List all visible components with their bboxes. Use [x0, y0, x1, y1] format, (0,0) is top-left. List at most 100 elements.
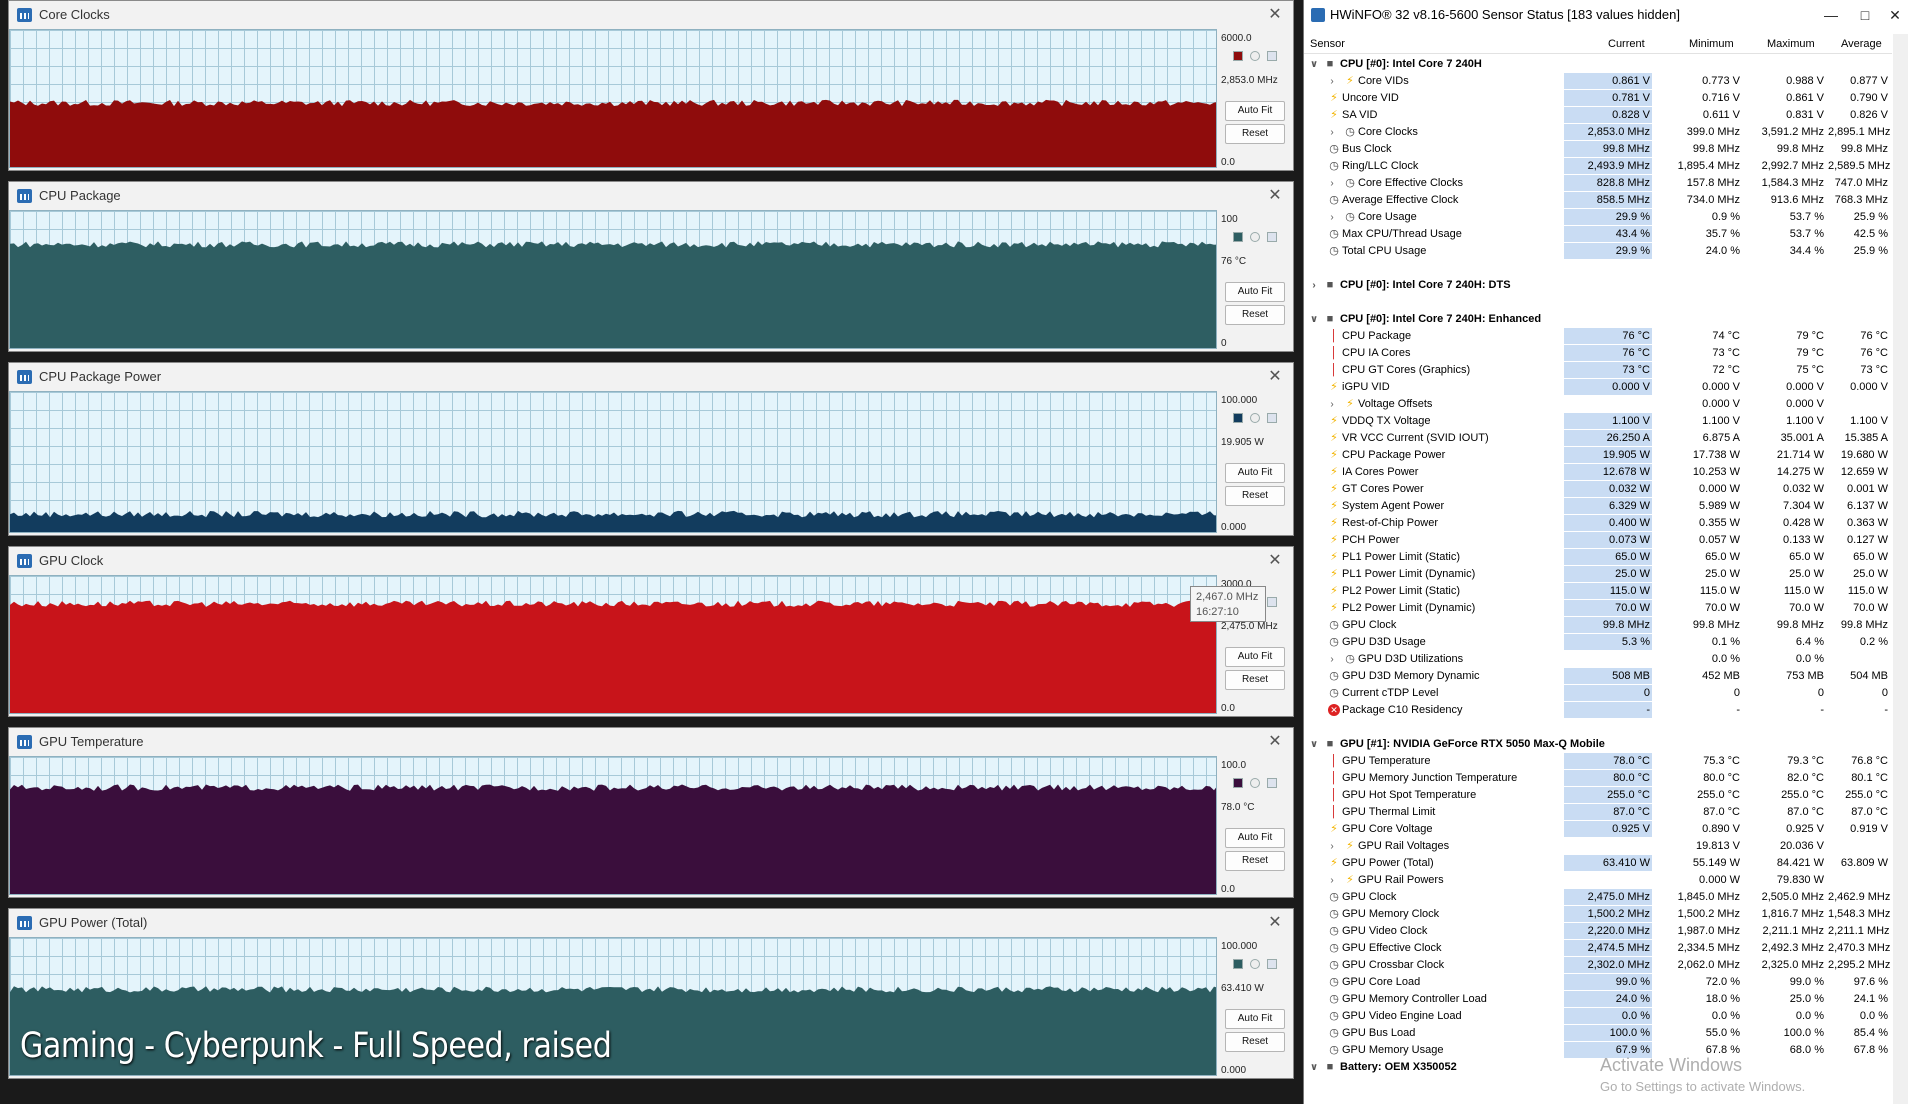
sensor-row[interactable]: ⚡ SA VID 0.828 V 0.611 V 0.831 V 0.826 V: [1304, 107, 1892, 124]
chevron-right-icon[interactable]: ›: [1326, 651, 1338, 668]
color-swatch[interactable]: [1233, 959, 1243, 970]
sensor-row[interactable]: ◷ Average Effective Clock 858.5 MHz 734.…: [1304, 192, 1892, 209]
color-radio[interactable]: [1250, 51, 1260, 62]
color-swatch[interactable]: [1233, 778, 1243, 789]
col-current[interactable]: Current: [1608, 38, 1645, 50]
chevron-right-icon[interactable]: ›: [1326, 73, 1338, 90]
reset-button[interactable]: Reset: [1225, 851, 1285, 871]
sensor-row[interactable]: ◷ GPU Memory Clock 1,500.2 MHz 1,500.2 M…: [1304, 906, 1892, 923]
color-option[interactable]: [1267, 232, 1277, 243]
sensor-row[interactable]: ⚡ Uncore VID 0.781 V 0.716 V 0.861 V 0.7…: [1304, 90, 1892, 107]
col-maximum[interactable]: Maximum: [1767, 38, 1815, 50]
graph-window-3[interactable]: GPU Clock ✕ 3000.0 2,475.0 MHz Auto Fit …: [8, 546, 1294, 717]
sensor-group[interactable]: ∨ ■ CPU [#0]: Intel Core 7 240H: [1304, 56, 1892, 73]
sensor-row[interactable]: │ GPU Memory Junction Temperature 80.0 °…: [1304, 770, 1892, 787]
sensor-row[interactable]: │ GPU Thermal Limit 87.0 °C 87.0 °C 87.0…: [1304, 804, 1892, 821]
sensor-row[interactable]: ◷ Current cTDP Level 0 0 0 0: [1304, 685, 1892, 702]
col-average[interactable]: Average: [1841, 38, 1882, 50]
chevron-down-icon[interactable]: ∨: [1308, 1059, 1320, 1076]
auto-fit-button[interactable]: Auto Fit: [1225, 1009, 1285, 1029]
sensor-row[interactable]: ◷ GPU Crossbar Clock 2,302.0 MHz 2,062.0…: [1304, 957, 1892, 974]
reset-button[interactable]: Reset: [1225, 1032, 1285, 1052]
color-option[interactable]: [1267, 778, 1277, 789]
sensor-row[interactable]: › ⚡ GPU Rail Voltages 19.813 V 20.036 V: [1304, 838, 1892, 855]
minimize-icon[interactable]: —: [1816, 0, 1846, 30]
color-radio[interactable]: [1250, 778, 1260, 789]
auto-fit-button[interactable]: Auto Fit: [1225, 828, 1285, 848]
reset-button[interactable]: Reset: [1225, 486, 1285, 506]
color-swatch[interactable]: [1233, 51, 1243, 62]
auto-fit-button[interactable]: Auto Fit: [1225, 282, 1285, 302]
sensor-row[interactable]: │ CPU GT Cores (Graphics) 73 °C 72 °C 75…: [1304, 362, 1892, 379]
sensor-group[interactable]: ∨ ■ Battery: OEM X350052: [1304, 1059, 1892, 1076]
graph-title-bar[interactable]: GPU Power (Total) ✕: [9, 909, 1293, 937]
color-radio[interactable]: [1250, 232, 1260, 243]
chevron-right-icon[interactable]: ›: [1326, 396, 1338, 413]
graph-window-2[interactable]: CPU Package Power ✕ 100.000 19.905 W Aut…: [8, 362, 1294, 536]
sensor-row[interactable]: ◷ GPU Video Engine Load 0.0 % 0.0 % 0.0 …: [1304, 1008, 1892, 1025]
sensor-row[interactable]: ⚡ GPU Power (Total) 63.410 W 55.149 W 84…: [1304, 855, 1892, 872]
sensor-row[interactable]: ◷ GPU Clock 99.8 MHz 99.8 MHz 99.8 MHz 9…: [1304, 617, 1892, 634]
sensor-row[interactable]: ⚡ GPU Core Voltage 0.925 V 0.890 V 0.925…: [1304, 821, 1892, 838]
close-icon[interactable]: ✕: [1265, 182, 1285, 210]
close-icon[interactable]: ✕: [1880, 0, 1908, 30]
graph-window-0[interactable]: Core Clocks ✕ 6000.0 2,853.0 MHz Auto Fi…: [8, 0, 1294, 171]
sensor-row[interactable]: › ◷ GPU D3D Utilizations 0.0 % 0.0 %: [1304, 651, 1892, 668]
sensor-row[interactable]: ◷ GPU Video Clock 2,220.0 MHz 1,987.0 MH…: [1304, 923, 1892, 940]
graph-title-bar[interactable]: Core Clocks ✕: [9, 1, 1293, 29]
sensor-row[interactable]: ◷ Ring/LLC Clock 2,493.9 MHz 1,895.4 MHz…: [1304, 158, 1892, 175]
sensor-row[interactable]: ⚡ Rest-of-Chip Power 0.400 W 0.355 W 0.4…: [1304, 515, 1892, 532]
color-option[interactable]: [1267, 413, 1277, 424]
sensor-row[interactable]: ⚡ VDDQ TX Voltage 1.100 V 1.100 V 1.100 …: [1304, 413, 1892, 430]
sensor-row[interactable]: › ◷ Core Clocks 2,853.0 MHz 399.0 MHz 3,…: [1304, 124, 1892, 141]
sensor-row[interactable]: › ⚡ Core VIDs 0.861 V 0.773 V 0.988 V 0.…: [1304, 73, 1892, 90]
close-icon[interactable]: ✕: [1265, 728, 1285, 756]
sensor-row[interactable]: › ◷ Core Usage 29.9 % 0.9 % 53.7 % 25.9 …: [1304, 209, 1892, 226]
reset-button[interactable]: Reset: [1225, 305, 1285, 325]
sensor-row[interactable]: ◷ GPU Memory Usage 67.9 % 67.8 % 68.0 % …: [1304, 1042, 1892, 1059]
sensor-row[interactable]: ⚡ GT Cores Power 0.032 W 0.000 W 0.032 W…: [1304, 481, 1892, 498]
sensor-row[interactable]: ⚡ PL2 Power Limit (Dynamic) 70.0 W 70.0 …: [1304, 600, 1892, 617]
sensor-row[interactable]: ◷ GPU Core Load 99.0 % 72.0 % 99.0 % 97.…: [1304, 974, 1892, 991]
auto-fit-button[interactable]: Auto Fit: [1225, 463, 1285, 483]
sensor-row[interactable]: │ CPU Package 76 °C 74 °C 79 °C 76 °C: [1304, 328, 1892, 345]
sensor-row[interactable]: ⚡ iGPU VID 0.000 V 0.000 V 0.000 V 0.000…: [1304, 379, 1892, 396]
graph-window-1[interactable]: CPU Package ✕ 100 76 °C Auto Fit Reset 0: [8, 181, 1294, 352]
sensor-row[interactable]: ◷ GPU Bus Load 100.0 % 55.0 % 100.0 % 85…: [1304, 1025, 1892, 1042]
auto-fit-button[interactable]: Auto Fit: [1225, 647, 1285, 667]
chevron-right-icon[interactable]: ›: [1326, 209, 1338, 226]
graph-title-bar[interactable]: CPU Package ✕: [9, 182, 1293, 210]
sensor-row[interactable]: ⚡ PL1 Power Limit (Dynamic) 25.0 W 25.0 …: [1304, 566, 1892, 583]
sensor-row[interactable]: ◷ GPU Effective Clock 2,474.5 MHz 2,334.…: [1304, 940, 1892, 957]
sensor-group[interactable]: ∨ ■ GPU [#1]: NVIDIA GeForce RTX 5050 Ma…: [1304, 736, 1892, 753]
graph-title-bar[interactable]: CPU Package Power ✕: [9, 363, 1293, 391]
color-option[interactable]: [1267, 597, 1277, 608]
sensor-row[interactable]: │ GPU Temperature 78.0 °C 75.3 °C 79.3 °…: [1304, 753, 1892, 770]
color-swatch[interactable]: [1233, 413, 1243, 424]
vertical-scrollbar[interactable]: [1893, 34, 1908, 1104]
chevron-down-icon[interactable]: ∨: [1308, 56, 1320, 73]
graph-title-bar[interactable]: GPU Temperature ✕: [9, 728, 1293, 756]
close-icon[interactable]: ✕: [1265, 547, 1285, 575]
sensor-row[interactable]: ◷ Total CPU Usage 29.9 % 24.0 % 34.4 % 2…: [1304, 243, 1892, 260]
sensor-row[interactable]: ◷ GPU D3D Usage 5.3 % 0.1 % 6.4 % 0.2 %: [1304, 634, 1892, 651]
sensor-row[interactable]: ◷ GPU D3D Memory Dynamic 508 MB 452 MB 7…: [1304, 668, 1892, 685]
sensor-row[interactable]: › ⚡ GPU Rail Powers 0.000 W 79.830 W: [1304, 872, 1892, 889]
sensor-row[interactable]: ⚡ PL1 Power Limit (Static) 65.0 W 65.0 W…: [1304, 549, 1892, 566]
sensor-row[interactable]: ◷ GPU Memory Controller Load 24.0 % 18.0…: [1304, 991, 1892, 1008]
sensor-row[interactable]: ⚡ IA Cores Power 12.678 W 10.253 W 14.27…: [1304, 464, 1892, 481]
sensor-row[interactable]: ◷ Bus Clock 99.8 MHz 99.8 MHz 99.8 MHz 9…: [1304, 141, 1892, 158]
reset-button[interactable]: Reset: [1225, 670, 1285, 690]
color-option[interactable]: [1267, 51, 1277, 62]
sensor-row[interactable]: ◷ GPU Clock 2,475.0 MHz 1,845.0 MHz 2,50…: [1304, 889, 1892, 906]
chevron-right-icon[interactable]: ›: [1326, 872, 1338, 889]
sensor-row[interactable]: ✕ Package C10 Residency - - - -: [1304, 702, 1892, 719]
sensor-row[interactable]: │ GPU Hot Spot Temperature 255.0 °C 255.…: [1304, 787, 1892, 804]
sensor-row[interactable]: ⚡ VR VCC Current (SVID IOUT) 26.250 A 6.…: [1304, 430, 1892, 447]
maximize-icon[interactable]: □: [1850, 0, 1880, 30]
chevron-right-icon[interactable]: ›: [1326, 838, 1338, 855]
chevron-right-icon[interactable]: ›: [1308, 277, 1320, 294]
sensor-group[interactable]: ∨ ■ CPU [#0]: Intel Core 7 240H: Enhance…: [1304, 311, 1892, 328]
sensor-row[interactable]: ⚡ PCH Power 0.073 W 0.057 W 0.133 W 0.12…: [1304, 532, 1892, 549]
graph-title-bar[interactable]: GPU Clock ✕: [9, 547, 1293, 575]
